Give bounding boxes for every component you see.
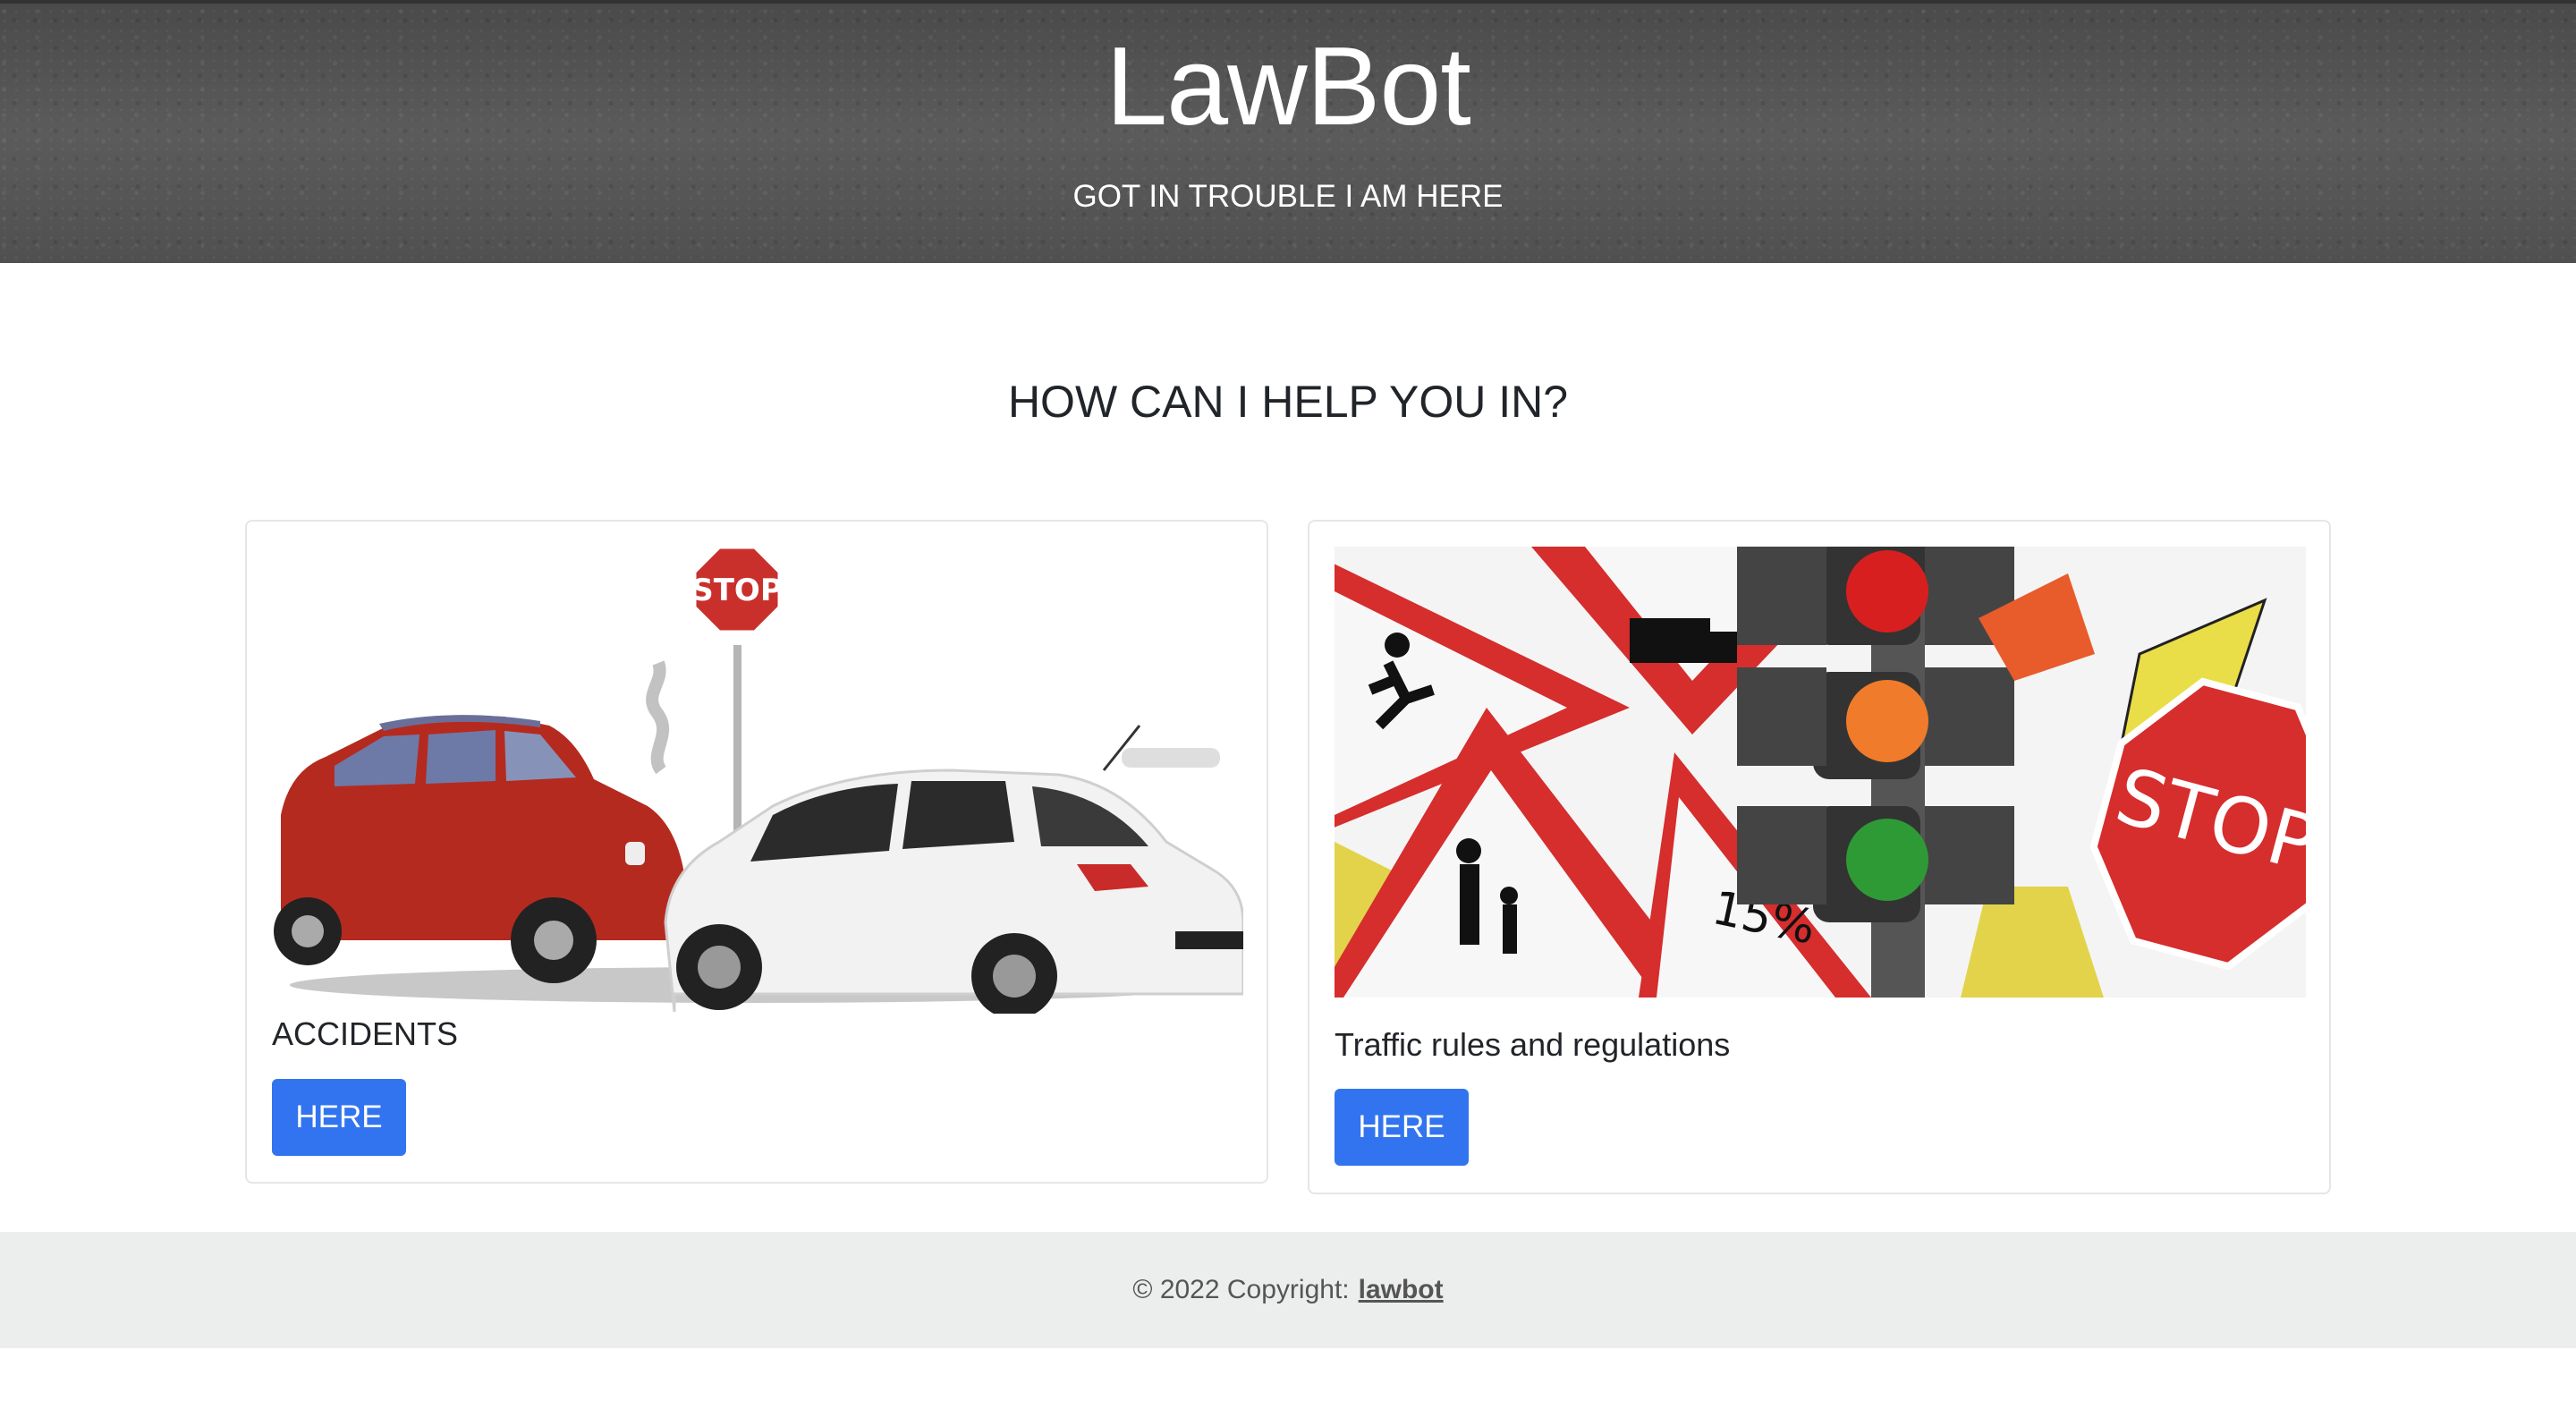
accidents-card: STOP ACCIDENTS HERE	[245, 520, 1268, 1184]
lawbot-link[interactable]: lawbot	[1359, 1275, 1444, 1305]
car-accident-image: STOP	[272, 547, 1243, 1014]
traffic-rules-card: 15% STOP Traffic rules and regulations H…	[1308, 520, 2331, 1194]
traffic-rules-here-button[interactable]: HERE	[1335, 1089, 1469, 1166]
card-title: ACCIDENTS	[272, 1015, 459, 1052]
traffic-signs-image: 15% STOP	[1335, 547, 2306, 998]
svg-text:STOP: STOP	[691, 573, 783, 608]
site-title: LawBot	[1106, 25, 1471, 149]
hero-banner: LawBot GOT IN TROUBLE I AM HERE	[0, 0, 2576, 263]
accidents-here-button[interactable]: HERE	[272, 1079, 406, 1156]
copyright-text: © 2022 Copyright:	[1132, 1275, 1350, 1304]
card-title: Traffic rules and regulations	[1335, 1026, 1731, 1063]
page-footer: © 2022 Copyright: lawbot	[0, 1232, 2576, 1348]
section-heading: HOW CAN I HELP YOU IN?	[1007, 377, 1569, 427]
site-tagline: GOT IN TROUBLE I AM HERE	[1072, 179, 1504, 214]
